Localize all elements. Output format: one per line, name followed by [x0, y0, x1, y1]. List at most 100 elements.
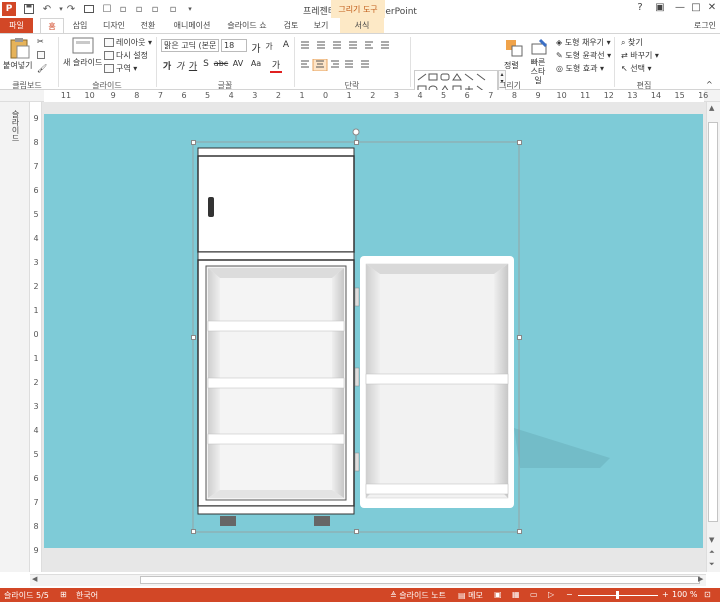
grow-font-icon[interactable]: 가 — [250, 40, 262, 55]
copy-icon[interactable] — [37, 50, 47, 59]
zoom-in-icon[interactable]: + — [662, 590, 669, 599]
resize-handle-l[interactable] — [191, 335, 196, 340]
ruler-tick-label: 9 — [33, 546, 39, 555]
vertical-ruler[interactable]: 9 8 7 6 5 4 3 2 1 0 1 2 3 4 5 6 7 8 9 — [30, 102, 42, 572]
refrigerator-illustration[interactable] — [180, 128, 620, 540]
resize-handle-t[interactable] — [354, 140, 359, 145]
tab-design[interactable]: 디자인 — [98, 18, 130, 33]
comments-label: 메모 — [468, 591, 483, 600]
spelling-icon[interactable]: ⊞ — [60, 590, 67, 599]
tab-file[interactable]: 파일 — [0, 18, 33, 33]
paste-icon[interactable] — [8, 37, 30, 59]
login-link[interactable]: 로그인 — [694, 20, 716, 31]
ruler-tick-label: 8 — [33, 522, 39, 531]
clear-format-icon[interactable]: A — [280, 40, 292, 50]
ruler-tick-label: 10 — [84, 91, 95, 100]
shrink-font-icon[interactable]: 가 — [263, 41, 275, 52]
horizontal-scroll-thumb[interactable] — [140, 576, 700, 584]
tab-animations[interactable]: 애니메이션 — [168, 18, 216, 33]
shape-effects-button[interactable]: ◎ 도형 효과 ▾ — [556, 63, 604, 74]
font-size-combo[interactable]: 18 — [221, 39, 247, 52]
slide-sorter-icon[interactable]: ▦ — [512, 590, 520, 599]
tab-home[interactable]: 홈 — [40, 18, 64, 33]
fridge-interior-ceiling — [208, 268, 344, 278]
zoom-slider-thumb[interactable] — [616, 591, 619, 599]
italic-button[interactable]: 가 — [174, 59, 186, 72]
scroll-left-icon[interactable]: ◀ — [32, 575, 37, 583]
char-spacing-button[interactable]: AV — [231, 59, 245, 68]
ruler-tick-label: 10 — [556, 91, 567, 100]
comments-button[interactable]: ▤ 메모 — [458, 590, 483, 601]
thumbnails-pane-label: 슬라이드 — [11, 110, 20, 142]
language-indicator[interactable]: 한국어 — [76, 590, 98, 601]
horizontal-ruler[interactable]: 11 10 9 8 7 6 5 4 3 2 1 0 1 2 3 4 5 6 7 8 9 10 11 12 13 14 15 16 — [44, 90, 708, 102]
replace-button[interactable]: ⇄ 바꾸기 ▾ — [621, 50, 659, 61]
ruler-tick-label: 7 — [488, 91, 494, 100]
font-name-combo[interactable]: 맑은 고딕 (본문 — [161, 39, 219, 52]
fridge-foot — [314, 516, 330, 526]
resize-handle-tr[interactable] — [517, 140, 522, 145]
tab-transitions[interactable]: 전환 — [134, 18, 162, 33]
scroll-up-icon[interactable]: ▲ — [709, 104, 714, 112]
close-button[interactable]: ✕ — [702, 2, 720, 16]
reset-button[interactable]: 다시 설정 — [104, 50, 148, 61]
strikethrough-button[interactable]: abc — [213, 59, 229, 68]
arrange-button[interactable]: 정렬 — [504, 60, 519, 71]
scroll-down-icon[interactable]: ▼ — [709, 536, 714, 544]
ribbon: 붙여넣기 ✂ 🖌 클립보드 새 슬라이드 레이아웃 ▾ 다시 설정 구역 ▾ 슬… — [0, 33, 720, 108]
paragraph-align-icons[interactable] — [299, 59, 409, 71]
ruler-tick-label: 9 — [110, 91, 116, 100]
reading-view-icon[interactable]: ▭ — [530, 590, 538, 599]
slideshow-view-icon[interactable]: ▷ — [548, 590, 554, 599]
quick-styles-icon[interactable] — [530, 38, 550, 58]
ruler-tick-label: 1 — [299, 91, 305, 100]
paste-button[interactable]: 붙여넣기 — [3, 60, 32, 71]
cut-icon[interactable]: ✂ — [37, 37, 44, 46]
normal-view-icon[interactable]: ▣ — [494, 590, 502, 599]
ribbon-separator — [614, 37, 615, 87]
resize-handle-b[interactable] — [354, 529, 359, 534]
resize-handle-tl[interactable] — [191, 140, 196, 145]
tab-insert[interactable]: 삽입 — [66, 18, 94, 33]
ribbon-display-icon[interactable]: ▣ — [650, 2, 670, 16]
layout-button[interactable]: 레이아웃 ▾ — [104, 37, 152, 48]
shadow-button[interactable]: S — [200, 59, 212, 69]
zoom-level[interactable]: 100 % — [672, 590, 697, 599]
shape-fill-button[interactable]: ◈ 도형 채우기 ▾ — [556, 37, 611, 48]
help-icon[interactable]: ? — [630, 2, 650, 16]
next-slide-icon[interactable]: ⏷ — [709, 560, 715, 569]
paragraph-row1-icons[interactable] — [299, 40, 409, 52]
find-button[interactable]: ⌕ 찾기 — [621, 37, 643, 48]
format-painter-icon[interactable]: 🖌 — [37, 64, 47, 73]
bold-button[interactable]: 가 — [161, 59, 173, 72]
change-case-button[interactable]: Aa — [249, 59, 263, 68]
resize-handle-r[interactable] — [517, 335, 522, 340]
select-button[interactable]: ↖ 선택 ▾ — [621, 63, 652, 74]
replace-icon: ⇄ — [621, 51, 628, 60]
fit-slide-icon[interactable]: ⊡ — [704, 590, 711, 599]
arrange-icon[interactable] — [504, 38, 524, 58]
new-slide-icon[interactable] — [72, 37, 94, 55]
collapse-ribbon-icon[interactable]: ^ — [706, 80, 713, 89]
zoom-out-icon[interactable]: − — [566, 590, 573, 599]
tab-review[interactable]: 검토 — [278, 18, 304, 33]
tab-view[interactable]: 보기 — [308, 18, 334, 33]
ruler-tick-label: 5 — [33, 210, 39, 219]
rotation-handle[interactable] — [352, 128, 360, 136]
section-button[interactable]: 구역 ▾ — [104, 63, 137, 74]
underline-button[interactable]: 가 — [187, 59, 199, 72]
notes-label: 슬라이드 노트 — [399, 591, 446, 600]
shape-outline-button[interactable]: ✎ 도형 윤곽선 ▾ — [556, 50, 611, 61]
font-color-button[interactable]: 가 — [270, 58, 282, 73]
slide-thumbnails-pane[interactable] — [0, 102, 30, 572]
new-slide-button[interactable]: 새 슬라이드 — [63, 57, 102, 68]
vertical-scroll-thumb[interactable] — [708, 122, 718, 522]
resize-handle-bl[interactable] — [191, 529, 196, 534]
notes-button[interactable]: ≜ 슬라이드 노트 — [390, 590, 446, 601]
tab-slideshow[interactable]: 슬라이드 쇼 — [222, 18, 272, 33]
previous-slide-icon[interactable]: ⏶ — [709, 548, 715, 557]
resize-handle-br[interactable] — [517, 529, 522, 534]
replace-label: 바꾸기 — [630, 51, 653, 60]
tab-format[interactable]: 서식 — [340, 18, 384, 33]
scroll-right-icon[interactable]: ▶ — [698, 575, 703, 583]
